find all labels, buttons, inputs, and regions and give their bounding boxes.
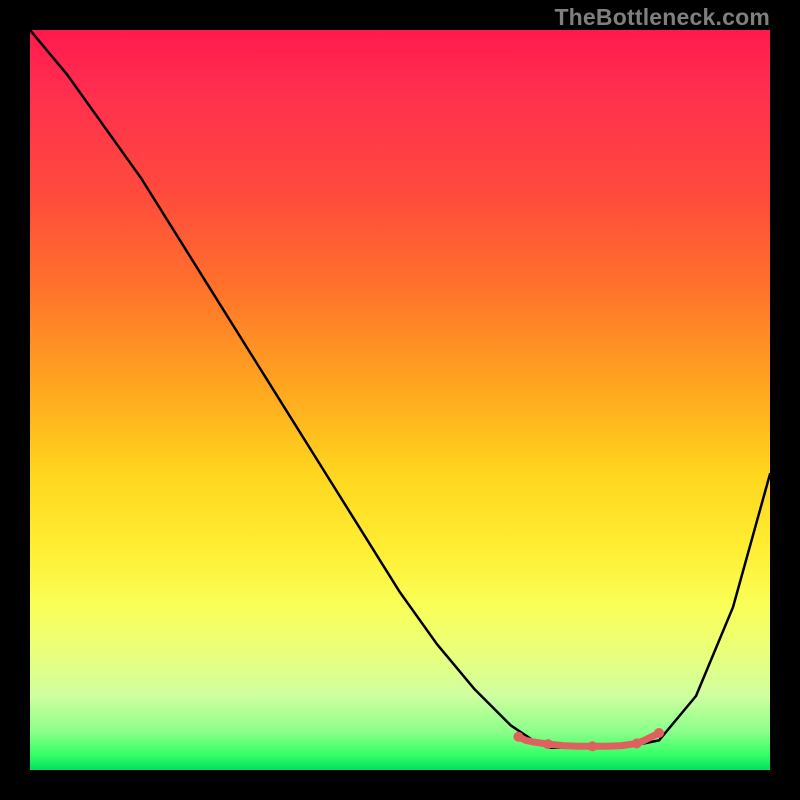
chart-stage: TheBottleneck.com (0, 0, 800, 800)
watermark-text: TheBottleneck.com (554, 4, 770, 31)
plot-background (30, 30, 770, 770)
